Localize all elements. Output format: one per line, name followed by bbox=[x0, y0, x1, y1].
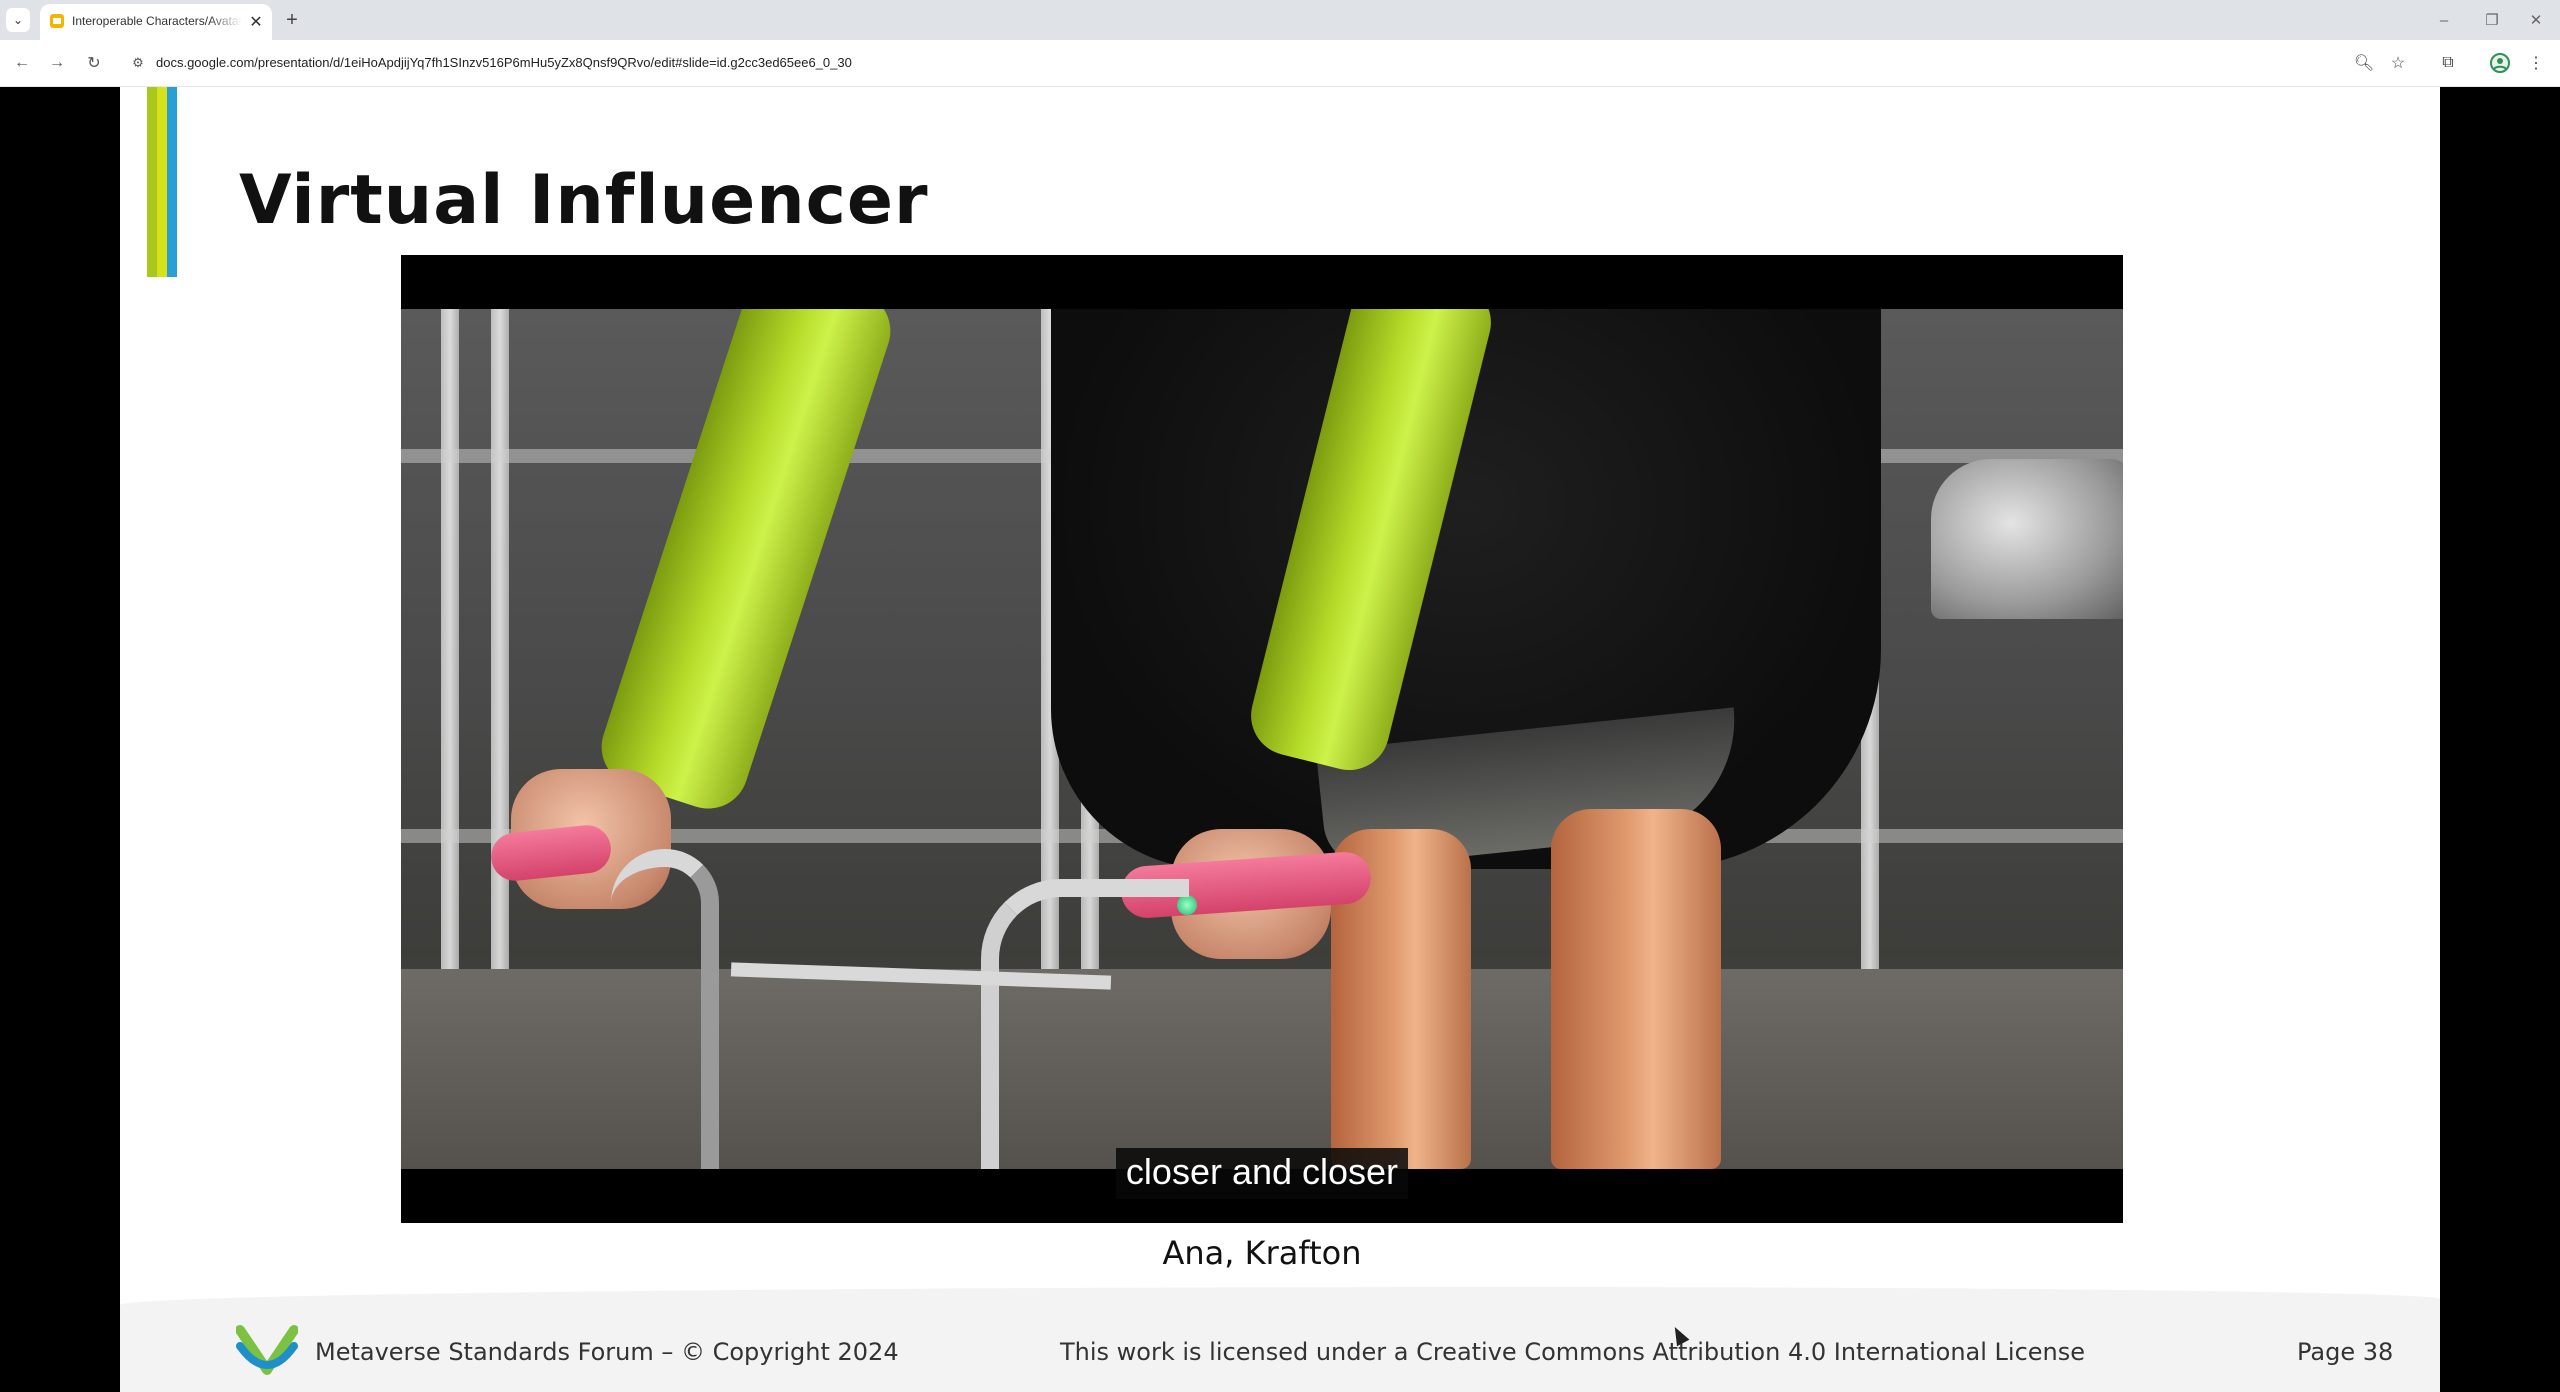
profile-avatar-icon bbox=[2490, 53, 2510, 73]
close-window-icon[interactable]: ✕ bbox=[2516, 6, 2556, 34]
restore-window-icon[interactable]: ❐ bbox=[2472, 6, 2512, 34]
forward-icon[interactable]: → bbox=[45, 51, 69, 75]
zoom-icon[interactable]: 🔍︎ bbox=[2352, 51, 2376, 75]
embedded-video[interactable]: closer and closer bbox=[401, 255, 2123, 1223]
chevron-down-icon: ⌄ bbox=[12, 13, 24, 27]
browser-tab-active[interactable]: Interoperable Characters/Avatars ✕ bbox=[40, 4, 272, 40]
tab-search-button[interactable]: ⌄ bbox=[6, 8, 30, 32]
close-tab-icon[interactable]: ✕ bbox=[246, 12, 266, 32]
tab-title: Interoperable Characters/Avatars bbox=[72, 14, 242, 28]
video-caption: closer and closer bbox=[401, 1148, 2123, 1199]
browser-window: ⌄ Interoperable Characters/Avatars ✕ + –… bbox=[0, 0, 2560, 1392]
bookmark-star-icon[interactable]: ☆ bbox=[2386, 51, 2410, 75]
tab-strip: ⌄ Interoperable Characters/Avatars ✕ + –… bbox=[0, 0, 2560, 40]
back-icon[interactable]: ← bbox=[10, 51, 34, 75]
browser-toolbar: ← → ↻ ⚙ docs.google.com/presentation/d/1… bbox=[0, 40, 2560, 87]
slides-favicon-icon bbox=[50, 14, 64, 28]
extensions-icon[interactable]: ⧉ bbox=[2436, 51, 2460, 75]
address-bar[interactable]: ⚙ docs.google.com/presentation/d/1eiHoAp… bbox=[124, 47, 2424, 79]
video-credit: Ana, Krafton bbox=[1162, 1234, 1362, 1272]
footer-copyright: Metaverse Standards Forum – © Copyright … bbox=[315, 1338, 899, 1366]
slide: Virtual Influencer closer and closer Ana… bbox=[120, 87, 2440, 1392]
video-caption-text: closer and closer bbox=[1115, 1148, 1409, 1199]
footer-page-number: Page 38 bbox=[2297, 1338, 2394, 1366]
slide-accent-bars bbox=[147, 87, 181, 277]
profile-icon[interactable] bbox=[2488, 51, 2512, 75]
new-tab-button[interactable]: + bbox=[280, 8, 304, 32]
url-text: docs.google.com/presentation/d/1eiHoApdj… bbox=[156, 55, 852, 70]
kebab-menu-icon[interactable]: ⋮ bbox=[2524, 51, 2548, 75]
footer-license: This work is licensed under a Creative C… bbox=[1060, 1338, 2086, 1366]
video-frame-image bbox=[401, 309, 2123, 1169]
presentation-viewport: Virtual Influencer closer and closer Ana… bbox=[0, 87, 2560, 1392]
slide-title: Virtual Influencer bbox=[239, 161, 929, 240]
metaverse-forum-logo-icon bbox=[236, 1325, 298, 1375]
site-info-icon[interactable]: ⚙ bbox=[130, 55, 146, 71]
minimize-window-icon[interactable]: – bbox=[2424, 6, 2464, 34]
reload-icon[interactable]: ↻ bbox=[82, 51, 106, 75]
